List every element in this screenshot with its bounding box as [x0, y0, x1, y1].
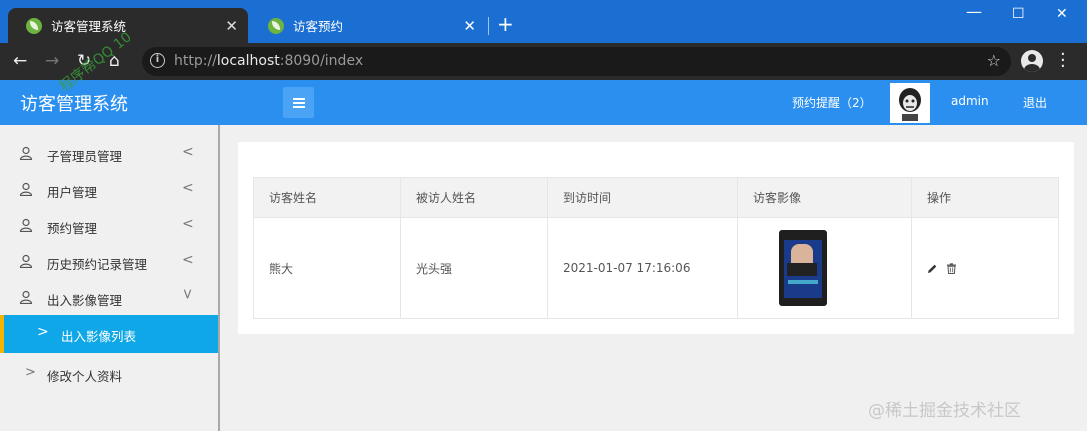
tab-close-icon[interactable]: ✕ [463, 17, 476, 35]
edit-icon[interactable] [927, 263, 938, 274]
sidebar-item-label: 子管理员管理 [47, 149, 123, 164]
sidebar-item-users[interactable]: 用户管理 < [0, 171, 218, 207]
tab-title: 访客预约 [293, 19, 344, 34]
tab-separator [488, 17, 489, 35]
user-icon [19, 254, 33, 268]
new-tab-icon[interactable]: + [497, 12, 514, 36]
browser-tab[interactable]: 访客预约 ✕ [250, 8, 486, 43]
user-icon [19, 290, 33, 304]
corner-watermark: @稀土掘金技术社区 [868, 401, 1021, 421]
back-icon[interactable]: ← [13, 51, 27, 71]
visitor-image[interactable] [779, 230, 827, 306]
visitor-image-cell [737, 217, 912, 319]
bookmark-star-icon[interactable]: ☆ [987, 51, 1001, 70]
column-header: 访客姓名 [253, 177, 401, 218]
minimize-icon[interactable]: — [966, 2, 982, 21]
sidebar-item-label: 预约管理 [47, 221, 98, 236]
browser-menu-icon[interactable]: · · · [1060, 46, 1066, 76]
appointment-reminder-link[interactable]: 预约提醒（2） [792, 94, 872, 111]
info-icon[interactable]: i [150, 53, 165, 68]
host-name-cell: 光头强 [400, 217, 548, 319]
app-brand: 访客管理系统 [20, 94, 128, 115]
chevron-left-icon: < [182, 180, 194, 196]
visitor-image-table: 访客姓名 被访人姓名 到访时间 访客影像 操作 熊大 光头强 2021-01-0… [253, 177, 1059, 319]
user-icon [19, 182, 33, 196]
column-header: 到访时间 [547, 177, 738, 218]
forward-icon[interactable]: → [45, 51, 59, 71]
chevron-left-icon: < [182, 216, 194, 232]
url-text[interactable]: http://localhost:8090/index [174, 53, 363, 69]
chevron-left-icon: < [182, 144, 194, 160]
user-icon [19, 218, 33, 232]
window-close-icon[interactable]: ✕ [1056, 6, 1068, 22]
sidebar-item-history[interactable]: 历史预约记录管理 < [0, 243, 218, 279]
sidebar-item-sub-admin[interactable]: 子管理员管理 < [0, 135, 218, 171]
logout-link[interactable]: 退出 [1023, 94, 1047, 111]
address-bar[interactable]: i http://localhost:8090/index ☆ [142, 47, 1011, 76]
browser-toolbar: ← → ↻ ⌂ i http://localhost:8090/index ☆ … [0, 43, 1087, 80]
sidebar: 子管理员管理 < 用户管理 < 预约管理 < 历史预约记录管理 < 出入影像管理… [0, 125, 220, 431]
chevron-right-icon: > [37, 324, 49, 340]
tab-close-icon[interactable]: ✕ [225, 17, 238, 35]
spring-leaf-icon [268, 17, 284, 34]
visitor-name-cell: 熊大 [253, 217, 401, 319]
actions-cell [911, 217, 1059, 319]
column-header: 被访人姓名 [400, 177, 548, 218]
account-icon[interactable] [1021, 50, 1043, 72]
sidebar-item-label: 出入影像管理 [47, 293, 123, 308]
content-card: 访客姓名 被访人姓名 到访时间 访客影像 操作 熊大 光头强 2021-01-0… [238, 142, 1074, 334]
trash-icon[interactable] [946, 262, 957, 274]
sidebar-item-label: 历史预约记录管理 [47, 257, 148, 272]
username[interactable]: admin [951, 94, 989, 108]
visit-time-cell: 2021-01-07 17:16:06 [547, 217, 738, 319]
chevron-right-icon: > [25, 365, 36, 380]
column-header: 操作 [911, 177, 1059, 218]
browser-tabbar: 访客管理系统 ✕ 访客预约 ✕ + — ☐ ✕ [0, 0, 1087, 43]
sidebar-item-access-images[interactable]: 出入影像管理 < [0, 279, 218, 315]
app-header: 访客管理系统 预约提醒（2） admin 退出 [0, 80, 1087, 125]
table-header-row: 访客姓名 被访人姓名 到访时间 访客影像 操作 [253, 177, 1059, 218]
maximize-icon[interactable]: ☐ [1012, 6, 1025, 22]
chevron-down-icon: < [179, 288, 196, 300]
avatar[interactable] [890, 83, 930, 123]
chevron-left-icon: < [182, 252, 194, 268]
sidebar-item-label: 出入影像列表 [61, 329, 137, 344]
spring-leaf-icon [26, 17, 42, 34]
avatar-image [890, 83, 930, 123]
sidebar-item-label: 修改个人资料 [47, 369, 123, 384]
menu-toggle-button[interactable] [283, 87, 314, 118]
sidebar-item-appointments[interactable]: 预约管理 < [0, 207, 218, 243]
sidebar-item-image-list[interactable]: > 出入影像列表 [0, 315, 218, 353]
table-row: 熊大 光头强 2021-01-07 17:16:06 [253, 217, 1059, 319]
column-header: 访客影像 [737, 177, 912, 218]
sidebar-item-profile[interactable]: > 修改个人资料 [0, 355, 218, 391]
hamburger-icon [293, 98, 305, 100]
user-icon [19, 146, 33, 160]
sidebar-item-label: 用户管理 [47, 185, 98, 200]
